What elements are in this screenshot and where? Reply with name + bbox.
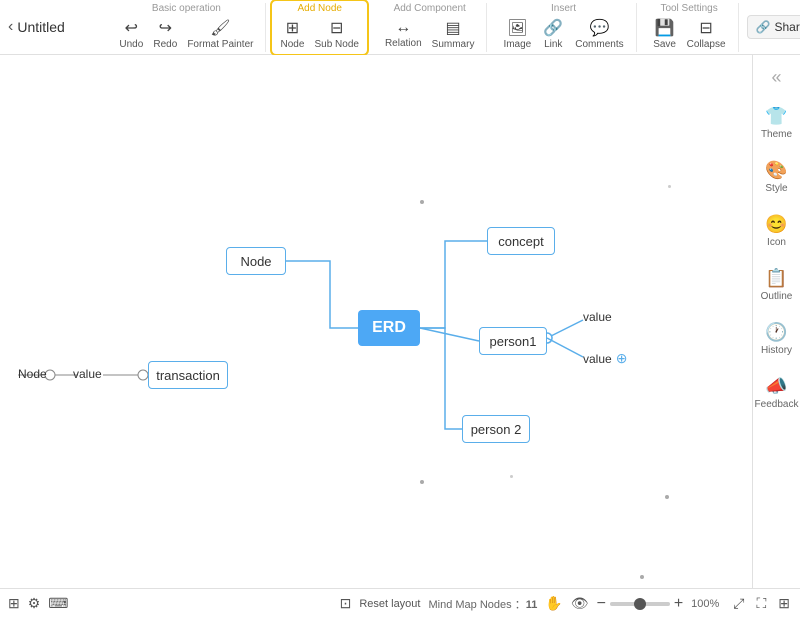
link-icon: 🔗 bbox=[543, 18, 563, 38]
zoom-slider-thumb bbox=[634, 598, 646, 610]
share-button[interactable]: 🔗 Share bbox=[747, 15, 800, 39]
canvas[interactable]: ERD Node concept person1 person 2 transa… bbox=[0, 55, 752, 588]
layout-icon[interactable]: ⊡ bbox=[340, 595, 352, 612]
comments-icon: 💬 bbox=[589, 18, 609, 38]
feedback-icon: 📣 bbox=[765, 376, 787, 397]
relation-icon: ↔ bbox=[395, 19, 411, 37]
basic-operation-label: Basic operation bbox=[152, 3, 221, 14]
back-button[interactable]: ‹ bbox=[8, 15, 13, 39]
node-topleft[interactable]: Node bbox=[226, 247, 286, 275]
add-value-icon[interactable]: ⊕ bbox=[616, 350, 628, 367]
keyboard-icon[interactable]: ⌨ bbox=[48, 595, 68, 612]
sidebar-item-outline[interactable]: 📋 Outline bbox=[755, 262, 799, 308]
image-icon: 🖼 bbox=[507, 18, 527, 38]
add-node-label: Add Node bbox=[297, 3, 341, 14]
collapse-icon: ⊟ bbox=[699, 18, 712, 38]
collapse-button[interactable]: ⊟ Collapse bbox=[683, 16, 730, 52]
save-button[interactable]: 💾 Save bbox=[649, 16, 681, 52]
eye-icon[interactable]: 👁 bbox=[571, 595, 589, 612]
theme-icon: 👕 bbox=[765, 106, 787, 127]
transaction-node[interactable]: transaction bbox=[148, 361, 228, 389]
sub-node-button[interactable]: ⊟ Sub Node bbox=[310, 16, 362, 52]
value2-text: value ⊕ bbox=[583, 350, 627, 367]
undo-icon: ↩ bbox=[125, 18, 138, 38]
icon-icon: 😊 bbox=[765, 214, 787, 235]
value1-text: value bbox=[583, 310, 612, 324]
tool-settings-group: Tool Settings 💾 Save ⊟ Collapse bbox=[641, 3, 739, 52]
add-component-group: Add Component ↔ Relation ▤ Summary bbox=[373, 3, 488, 52]
grid-icon[interactable]: ⊞ bbox=[8, 595, 20, 612]
sidebar-item-theme[interactable]: 👕 Theme bbox=[755, 100, 799, 146]
add-component-items: ↔ Relation ▤ Summary bbox=[381, 16, 479, 52]
sub-node-icon: ⊟ bbox=[330, 18, 343, 38]
insert-group: Insert 🖼 Image 🔗 Link 💬 Comments bbox=[491, 3, 636, 52]
document-title: Untitled bbox=[17, 19, 87, 35]
dot4 bbox=[420, 480, 424, 484]
share-icon: 🔗 bbox=[756, 20, 771, 34]
zoom-controls: − + 100% bbox=[597, 595, 724, 613]
dot5 bbox=[665, 495, 669, 499]
undo-button[interactable]: ↩ Undo bbox=[115, 16, 147, 52]
image-button[interactable]: 🖼 Image bbox=[499, 16, 535, 52]
node-button[interactable]: ⊞ Node bbox=[276, 16, 308, 52]
sidebar-collapse-button[interactable]: « bbox=[767, 63, 785, 92]
link-button[interactable]: 🔗 Link bbox=[537, 16, 569, 52]
person1-node[interactable]: person1 bbox=[479, 327, 547, 355]
hand-icon[interactable]: ✋ bbox=[545, 595, 562, 612]
style-icon: 🎨 bbox=[765, 160, 787, 181]
person2-node[interactable]: person 2 bbox=[462, 415, 530, 443]
tool-settings-label: Tool Settings bbox=[660, 3, 717, 14]
save-icon: 💾 bbox=[655, 18, 675, 38]
dot1 bbox=[420, 200, 424, 204]
sidebar-item-style[interactable]: 🎨 Style bbox=[755, 154, 799, 200]
sidebar-item-history[interactable]: 🕐 History bbox=[755, 316, 799, 362]
format-painter-icon: 🖌 bbox=[210, 18, 230, 38]
insert-label: Insert bbox=[551, 3, 576, 14]
zoom-minus-button[interactable]: − bbox=[597, 595, 606, 613]
reset-layout-button[interactable]: Reset layout bbox=[359, 598, 420, 610]
comments-button[interactable]: 💬 Comments bbox=[571, 16, 627, 52]
fullscreen-button[interactable]: ⛶ bbox=[754, 593, 768, 614]
dot2 bbox=[668, 185, 671, 188]
basic-operation-items: ↩ Undo ↪ Redo 🖌 Format Painter bbox=[115, 16, 257, 52]
topbar: ‹ Untitled Basic operation ↩ Undo ↪ Redo… bbox=[0, 0, 800, 55]
right-sidebar: « 👕 Theme 🎨 Style 😊 Icon 📋 Outline 🕐 His… bbox=[752, 55, 800, 588]
redo-icon: ↪ bbox=[159, 18, 172, 38]
insert-items: 🖼 Image 🔗 Link 💬 Comments bbox=[499, 16, 627, 52]
zoom-plus-button[interactable]: + bbox=[674, 595, 683, 613]
redo-button[interactable]: ↪ Redo bbox=[149, 16, 181, 52]
format-painter-button[interactable]: 🖌 Format Painter bbox=[183, 16, 257, 52]
dot6 bbox=[640, 575, 644, 579]
map-nodes-label: Mind Map Nodes ：11 bbox=[428, 596, 537, 612]
zoom-percent: 100% bbox=[687, 598, 723, 610]
expand-button[interactable]: ⊞ bbox=[776, 593, 792, 614]
concept-node[interactable]: concept bbox=[487, 227, 555, 255]
add-node-group: Add Node ⊞ Node ⊟ Sub Node bbox=[270, 0, 368, 56]
summary-icon: ▤ bbox=[445, 18, 460, 38]
history-icon: 🕐 bbox=[765, 322, 787, 343]
fit-view-button[interactable]: ⤢ bbox=[731, 593, 746, 614]
relation-button[interactable]: ↔ Relation bbox=[381, 17, 426, 51]
summary-button[interactable]: ▤ Summary bbox=[428, 16, 479, 52]
add-component-label: Add Component bbox=[394, 3, 466, 14]
erd-node[interactable]: ERD bbox=[358, 310, 420, 346]
value-label-text: value bbox=[73, 367, 102, 381]
dot3 bbox=[510, 475, 513, 478]
sidebar-item-icon[interactable]: 😊 Icon bbox=[755, 208, 799, 254]
sidebar-item-feedback[interactable]: 📣 Feedback bbox=[755, 370, 799, 416]
basic-operation-group: Basic operation ↩ Undo ↪ Redo 🖌 Format P… bbox=[107, 3, 266, 52]
tool-settings-items: 💾 Save ⊟ Collapse bbox=[649, 16, 730, 52]
outline-icon: 📋 bbox=[765, 268, 787, 289]
add-node-items: ⊞ Node ⊟ Sub Node bbox=[276, 16, 362, 52]
node-label-text: Node bbox=[18, 367, 47, 381]
settings-icon[interactable]: ⚙ bbox=[28, 595, 41, 612]
main-area: ERD Node concept person1 person 2 transa… bbox=[0, 55, 800, 588]
zoom-slider[interactable] bbox=[610, 602, 670, 606]
bottombar: ⊞ ⚙ ⌨ ⊡ Reset layout Mind Map Nodes ：11 … bbox=[0, 588, 800, 618]
node-icon: ⊞ bbox=[286, 18, 299, 38]
